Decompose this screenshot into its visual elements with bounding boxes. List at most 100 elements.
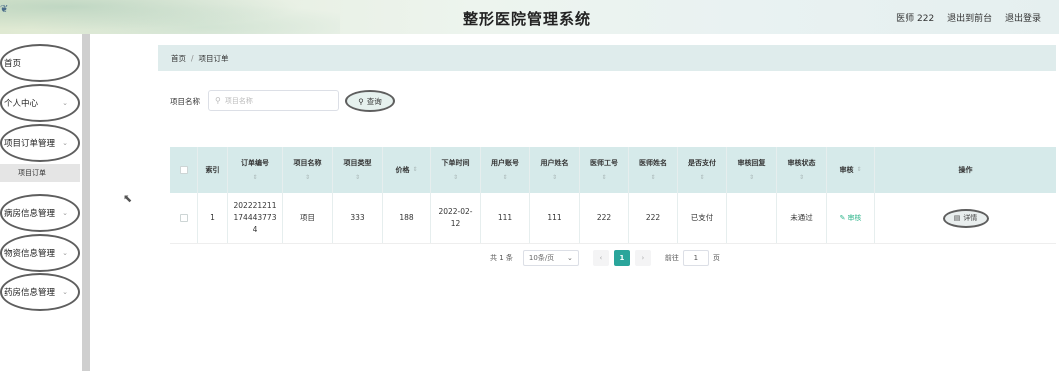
header-project-type[interactable]: 项目类型 ⇕ (333, 147, 383, 193)
cell-user-account: 111 (481, 193, 530, 243)
sidebar-scrollbar[interactable] (82, 34, 90, 371)
row-checkbox-cell (170, 193, 198, 243)
breadcrumb: 首页 / 项目订单 (158, 45, 1056, 71)
header-user-name[interactable]: 用户姓名 ⇕ (530, 147, 580, 193)
cell-project-name: 项目 (283, 193, 333, 243)
sidebar-item-pharmacy-info[interactable]: 药房信息管理 ⌄ (0, 273, 80, 311)
next-page-button[interactable]: › (634, 250, 651, 266)
header-audit-reply[interactable]: 审核回复 ⇕ (727, 147, 777, 193)
sidebar-item-label: 药房信息管理 (4, 288, 56, 298)
sidebar-item-label: 项目订单管理 (4, 139, 56, 149)
search-button-label: 查询 (366, 96, 382, 106)
current-user: 医师 222 (896, 14, 935, 24)
cell-index: 1 (198, 193, 228, 243)
sort-icon[interactable]: ⇕ (650, 172, 655, 184)
header-price[interactable]: 价格 ⇕ (383, 147, 431, 193)
sidebar-item-label: 物资信息管理 (4, 249, 56, 259)
header-doctor-name[interactable]: 医师姓名 ⇕ (629, 147, 678, 193)
sort-icon[interactable]: ⇕ (601, 172, 606, 184)
tree-icon: ❦ (0, 4, 9, 15)
edit-icon: ✎ (839, 214, 846, 222)
cell-doctor-name: 222 (629, 193, 678, 243)
sort-icon[interactable]: ⇕ (412, 164, 417, 176)
cell-project-type: 333 (333, 193, 383, 243)
sort-icon[interactable]: ⇕ (305, 172, 310, 184)
sidebar-item-label: 病房信息管理 (4, 209, 56, 219)
cell-order-time: 2022-02-12 (431, 193, 481, 243)
sort-icon[interactable]: ⇕ (856, 164, 861, 176)
chevron-down-icon: ⌄ (62, 139, 68, 147)
header-audit[interactable]: 审核 ⇕ (827, 147, 875, 193)
page-size-value: 10条/页 (528, 254, 555, 262)
sidebar-subitem-project-order[interactable]: 项目订单 (0, 164, 80, 182)
cell-audit-reply (727, 193, 777, 243)
goto-page-input[interactable]: 1 (682, 250, 709, 266)
mouse-cursor-icon: ⬉ (123, 192, 133, 205)
cell-doctor-no: 222 (580, 193, 629, 243)
header-doctor-no[interactable]: 医师工号 ⇕ (580, 147, 629, 193)
detail-button[interactable]: ▤ 详情 (942, 208, 989, 228)
pagination: 共 1 条 10条/页 ⌄ ‹ 1 › 前往 1 页 (490, 250, 720, 266)
audit-link-label: 审核 (847, 214, 862, 222)
cell-user-name: 111 (530, 193, 580, 243)
sidebar-item-label: 个人中心 (4, 99, 39, 109)
search-label: 项目名称 (170, 97, 200, 106)
pagination-total: 共 1 条 (490, 254, 513, 262)
breadcrumb-home[interactable]: 首页 (171, 53, 186, 64)
sort-icon[interactable]: ⇕ (699, 172, 704, 184)
select-all-checkbox[interactable] (179, 166, 188, 174)
select-all-checkbox-cell (170, 147, 198, 193)
sort-icon[interactable]: ⇕ (502, 172, 507, 184)
page-size-select[interactable]: 10条/页 ⌄ (522, 250, 579, 266)
chevron-down-icon: ⌄ (62, 209, 68, 217)
chevron-down-icon: ⌄ (62, 99, 68, 107)
sidebar-item-project-orders[interactable]: 项目订单管理 ⌄ (0, 124, 80, 162)
audit-link[interactable]: ✎ 审核 (827, 193, 875, 243)
sort-icon[interactable]: ⇕ (252, 172, 257, 184)
logout-link[interactable]: 退出登录 (1005, 14, 1041, 24)
header-index: 索引 (198, 147, 228, 193)
sidebar-item-home[interactable]: 首页 (0, 44, 80, 82)
sidebar-item-ward-info[interactable]: 病房信息管理 ⌄ (0, 194, 80, 232)
header-actions: 操作 (958, 166, 973, 174)
row-checkbox[interactable] (179, 214, 188, 222)
site-title: 整形医院管理系统 (463, 10, 592, 28)
sidebar-item-personal-center[interactable]: 个人中心 ⌄ (0, 84, 80, 122)
cell-actions: ▤ 详情 (875, 193, 1056, 243)
table-header: 索引 订单编号 ⇕ 项目名称 ⇕ 项目类型 ⇕ 价格 ⇕ 下单时间 ⇕ 用户账号 ⇕ 用户姓… (170, 147, 1056, 193)
chevron-down-icon: ⌄ (567, 254, 573, 262)
header-audit-status[interactable]: 审核状态 ⇕ (777, 147, 827, 193)
header-order-no[interactable]: 订单编号 ⇕ (228, 147, 283, 193)
prev-page-button[interactable]: ‹ (592, 250, 609, 266)
top-header: ❦ 整形医院管理系统 医师 222 退出到前台 退出登录 (0, 0, 1059, 34)
cell-price: 188 (383, 193, 431, 243)
header-project-name[interactable]: 项目名称 ⇕ (283, 147, 333, 193)
detail-button-label: 详情 (963, 214, 978, 222)
search-placeholder: 项目名称 (224, 96, 253, 105)
page-suffix: 页 (712, 254, 720, 262)
search-icon: ⚲ (358, 96, 364, 106)
sort-icon[interactable]: ⇕ (799, 172, 804, 184)
back-to-front-link[interactable]: 退出到前台 (947, 14, 992, 24)
breadcrumb-current: 项目订单 (198, 53, 229, 63)
sort-icon[interactable]: ⇕ (749, 172, 754, 184)
table-row: 1 2022212111744437734 项目 333 188 2022-02… (170, 193, 1056, 244)
goto-label: 前往 (664, 254, 679, 262)
page-number-1[interactable]: 1 (613, 250, 630, 266)
chevron-down-icon: ⌄ (62, 288, 68, 296)
search-button[interactable]: ⚲ 查询 (345, 90, 395, 112)
header-order-time[interactable]: 下单时间 ⇕ (431, 147, 481, 193)
cell-order-no: 2022212111744437734 (228, 193, 283, 243)
sort-icon[interactable]: ⇕ (355, 172, 360, 184)
orders-table: 索引 订单编号 ⇕ 项目名称 ⇕ 项目类型 ⇕ 价格 ⇕ 下单时间 ⇕ 用户账号 ⇕ 用户姓… (170, 147, 1056, 244)
sort-icon[interactable]: ⇕ (453, 172, 458, 184)
header-user-account[interactable]: 用户账号 ⇕ (481, 147, 530, 193)
header-paid[interactable]: 是否支付 ⇕ (678, 147, 727, 193)
search-icon: ⚲ (215, 96, 221, 105)
search-input[interactable]: ⚲ 项目名称 (208, 90, 339, 111)
sidebar-item-label: 首页 (4, 59, 22, 69)
chevron-down-icon: ⌄ (62, 249, 68, 257)
sidebar-item-supplies-info[interactable]: 物资信息管理 ⌄ (0, 234, 80, 272)
breadcrumb-separator: / (191, 53, 194, 63)
sort-icon[interactable]: ⇕ (552, 172, 557, 184)
